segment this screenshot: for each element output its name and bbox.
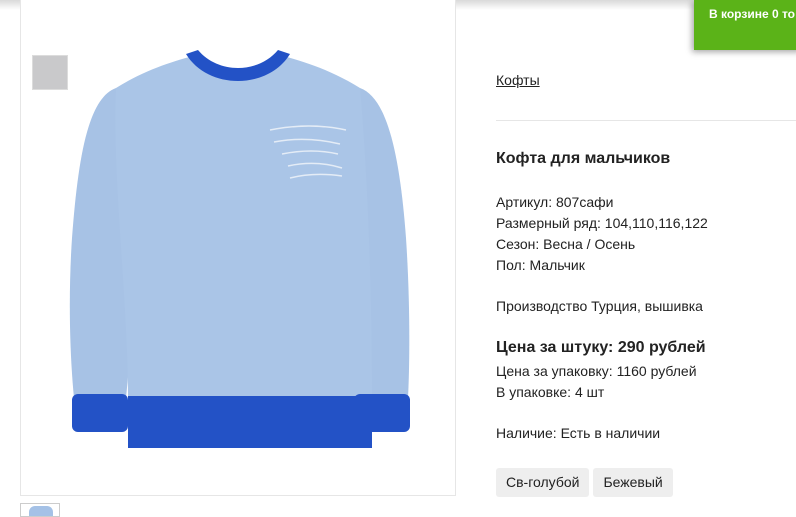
season: Сезон: Весна / Осень (496, 236, 636, 252)
pack-quantity: В упаковке: 4 шт (496, 384, 605, 400)
breadcrumb-category-link[interactable]: Кофты (496, 72, 540, 88)
production-info: Производство Турция, вышивка (496, 298, 703, 314)
thumbnail-sweater[interactable] (20, 503, 60, 517)
pack-info: Цена за упаковку: 1160 рублей В упаковке… (496, 361, 697, 403)
gender: Пол: Мальчик (496, 257, 585, 273)
product-specs: Артикул: 807сафи Размерный ряд: 104,110,… (496, 192, 708, 276)
color-option-beige[interactable]: Бежевый (593, 468, 673, 497)
product-image[interactable] (28, 38, 448, 478)
color-options: Св-голубой Бежевый (496, 468, 673, 497)
price-per-unit: Цена за штуку: 290 рублей (496, 339, 706, 356)
availability: Наличие: Есть в наличии (496, 425, 661, 441)
size-range: Размерный ряд: 104,110,116,122 (496, 215, 708, 231)
price-per-pack: Цена за упаковку: 1160 рублей (496, 363, 697, 379)
product-title: Кофта для мальчиков (496, 150, 671, 167)
cart-badge[interactable]: В корзине 0 то (694, 0, 796, 50)
divider (496, 120, 796, 121)
color-option-light-blue[interactable]: Св-голубой (496, 468, 590, 497)
article: Артикул: 807сафи (496, 194, 614, 210)
